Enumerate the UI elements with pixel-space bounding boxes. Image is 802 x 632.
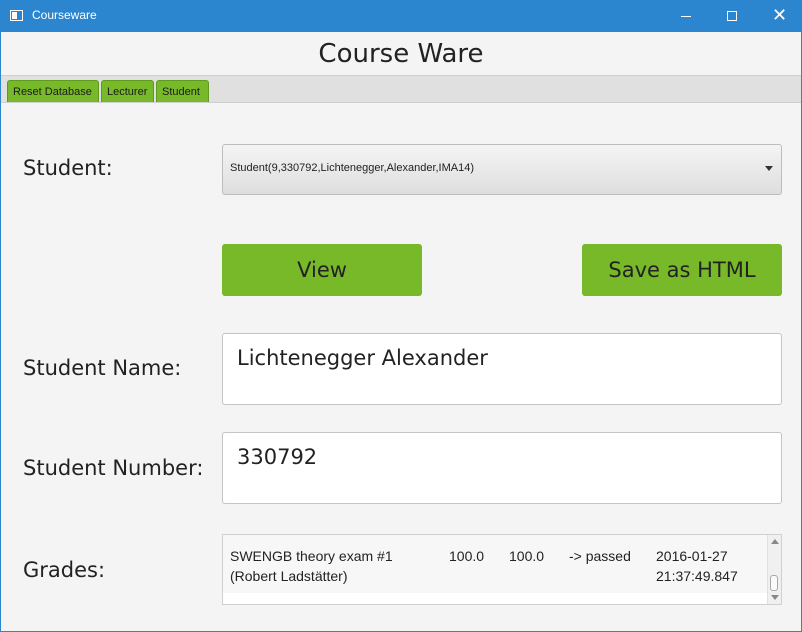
title-bar[interactable]: Courseware ✕ <box>1 1 801 32</box>
tab-student[interactable]: Student <box>156 80 209 102</box>
scroll-down-icon[interactable] <box>771 595 779 600</box>
grades-label: Grades: <box>23 558 106 582</box>
minimize-button[interactable] <box>663 1 709 32</box>
maximize-icon <box>727 11 737 21</box>
grade-max-score: 100.0 <box>509 548 545 564</box>
tab-lecturer[interactable]: Lecturer <box>101 80 154 102</box>
student-name-label: Student Name: <box>23 356 182 380</box>
grades-scrollbar[interactable] <box>767 535 781 604</box>
chevron-down-icon <box>765 166 773 171</box>
minimize-icon <box>681 16 691 17</box>
close-icon: ✕ <box>772 5 788 26</box>
app-icon <box>10 10 23 21</box>
list-item[interactable]: SWENGB theory exam #1 (Robert Ladstätter… <box>223 535 768 593</box>
student-label: Student: <box>23 156 113 180</box>
student-number-field[interactable]: 330792 <box>222 432 782 504</box>
scroll-up-icon[interactable] <box>771 539 779 544</box>
grade-status: -> passed <box>569 548 631 564</box>
view-button[interactable]: View <box>222 244 422 296</box>
grades-list[interactable]: SWENGB theory exam #1 (Robert Ladstätter… <box>222 534 782 605</box>
maximize-button[interactable] <box>709 1 755 32</box>
scrollbar-thumb[interactable] <box>770 575 778 591</box>
grade-exam-title: SWENGB theory exam #1 (Robert Ladstätter… <box>230 548 393 584</box>
close-button[interactable]: ✕ <box>755 1 801 32</box>
page-title: Course Ware <box>318 39 484 69</box>
grade-score: 100.0 <box>449 548 485 564</box>
window-title: Courseware <box>32 8 97 22</box>
student-number-label: Student Number: <box>23 456 204 480</box>
grade-datetime: 2016-01-27 21:37:49.847 <box>656 548 738 584</box>
save-as-html-button[interactable]: Save as HTML <box>582 244 782 296</box>
student-name-field[interactable]: Lichtenegger Alexander <box>222 333 782 405</box>
tab-bar: Reset Database Lecturer Student <box>1 75 801 103</box>
student-select[interactable]: Student(9,330792,Lichtenegger,Alexander,… <box>222 144 782 195</box>
app-window: Courseware ✕ Course Ware Reset Database … <box>0 0 802 632</box>
tab-reset-database[interactable]: Reset Database <box>7 80 99 102</box>
student-select-value: Student(9,330792,Lichtenegger,Alexander,… <box>230 162 475 174</box>
